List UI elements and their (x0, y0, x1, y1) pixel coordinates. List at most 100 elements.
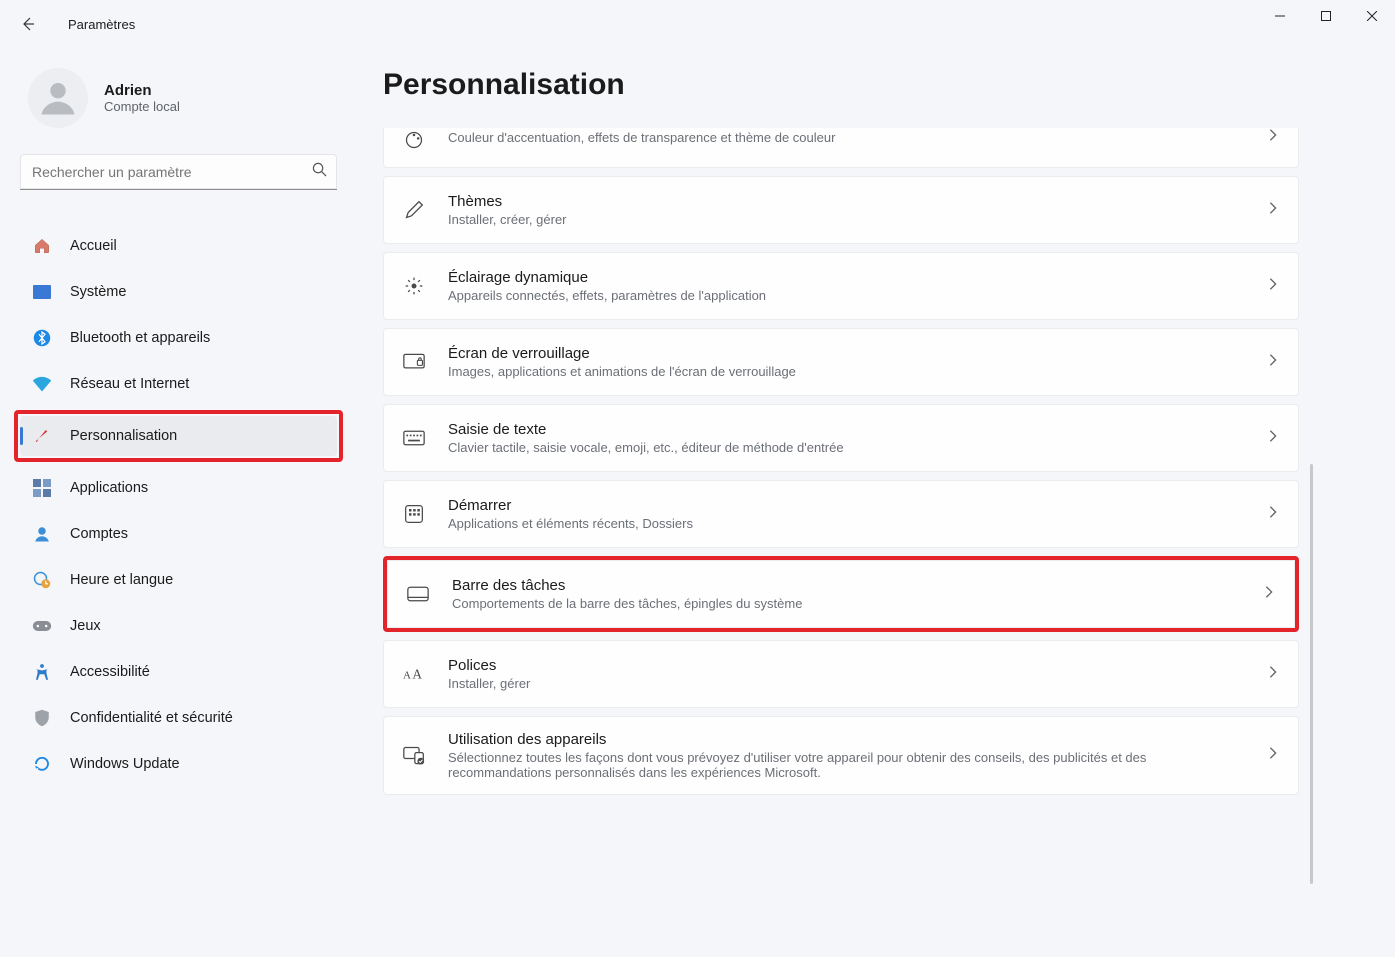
card-title: Thèmes (448, 193, 1244, 210)
chevron-right-icon (1266, 665, 1280, 684)
card-subtitle: Images, applications et animations de l'… (448, 364, 1244, 379)
card-subtitle: Installer, gérer (448, 676, 1244, 691)
card-title: Utilisation des appareils (448, 731, 1244, 748)
card-title: Polices (448, 657, 1244, 674)
highlight-personalization: Personnalisation (14, 410, 343, 462)
sidebar-item-privacy[interactable]: Confidentialité et sécurité (20, 698, 337, 738)
lock-screen-icon (402, 353, 426, 371)
card-subtitle: Comportements de la barre des tâches, ép… (452, 596, 1240, 611)
sidebar-item-system[interactable]: Système (20, 272, 337, 312)
bluetooth-icon (32, 329, 52, 347)
highlight-taskbar: Barre des tâches Comportements de la bar… (383, 556, 1299, 632)
maximize-icon (1321, 11, 1331, 21)
card-device-usage[interactable]: Utilisation des appareils Sélectionnez t… (383, 716, 1299, 795)
person-icon (36, 76, 80, 120)
sidebar-item-label: Applications (70, 480, 148, 496)
chevron-right-icon (1266, 128, 1280, 147)
sidebar-item-gaming[interactable]: Jeux (20, 606, 337, 646)
maximize-button[interactable] (1303, 0, 1349, 32)
card-text-input[interactable]: Saisie de texte Clavier tactile, saisie … (383, 404, 1299, 472)
accessibility-icon (32, 663, 52, 681)
shield-icon (32, 709, 52, 727)
card-themes[interactable]: Thèmes Installer, créer, gérer (383, 176, 1299, 244)
minimize-icon (1275, 11, 1285, 21)
sidebar-item-time-language[interactable]: Heure et langue (20, 560, 337, 600)
sidebar-item-label: Heure et langue (70, 572, 173, 588)
wifi-icon (32, 376, 52, 392)
taskbar-icon (406, 586, 430, 602)
chevron-right-icon (1266, 277, 1280, 296)
sidebar-item-accessibility[interactable]: Accessibilité (20, 652, 337, 692)
light-icon (402, 276, 426, 296)
devices-check-icon (402, 746, 426, 766)
card-dynamic-lighting[interactable]: Éclairage dynamique Appareils connectés,… (383, 252, 1299, 320)
nav-list: Accueil Système Bluetooth et appareils R… (20, 226, 337, 784)
pen-icon (402, 200, 426, 220)
window-controls (1257, 0, 1395, 32)
paintbrush-icon (32, 427, 52, 445)
avatar (28, 68, 88, 128)
globe-clock-icon (32, 571, 52, 589)
sidebar-item-label: Réseau et Internet (70, 376, 189, 392)
titlebar: Paramètres (0, 0, 1395, 48)
close-icon (1367, 11, 1377, 21)
sidebar-item-bluetooth[interactable]: Bluetooth et appareils (20, 318, 337, 358)
svg-text:A: A (412, 667, 422, 682)
sidebar-item-accounts[interactable]: Comptes (20, 514, 337, 554)
main-content: Personnalisation Couleur d'accentuation,… (355, 48, 1395, 957)
profile-account-type: Compte local (104, 99, 180, 114)
sidebar-item-network[interactable]: Réseau et Internet (20, 364, 337, 404)
card-title: Écran de verrouillage (448, 345, 1244, 362)
system-icon (32, 285, 52, 299)
sidebar-item-windows-update[interactable]: Windows Update (20, 744, 337, 784)
card-title: Barre des tâches (452, 577, 1240, 594)
sidebar-item-personalization[interactable]: Personnalisation (20, 416, 337, 456)
sidebar-item-label: Bluetooth et appareils (70, 330, 210, 346)
home-icon (32, 237, 52, 255)
sidebar: Adrien Compte local Accueil Système Blue… (0, 48, 355, 957)
sidebar-item-home[interactable]: Accueil (20, 226, 337, 266)
card-title: Démarrer (448, 497, 1244, 514)
sidebar-item-label: Accueil (70, 238, 117, 254)
card-subtitle: Sélectionnez toutes les façons dont vous… (448, 750, 1244, 780)
card-lock-screen[interactable]: Écran de verrouillage Images, applicatio… (383, 328, 1299, 396)
profile-name: Adrien (104, 82, 180, 99)
keyboard-icon (402, 430, 426, 446)
chevron-right-icon (1262, 585, 1276, 604)
arrow-left-icon (20, 16, 36, 32)
gamepad-icon (32, 619, 52, 633)
chevron-right-icon (1266, 505, 1280, 524)
person-icon (32, 525, 52, 543)
card-title: Éclairage dynamique (448, 269, 1244, 286)
chevron-right-icon (1266, 201, 1280, 220)
minimize-button[interactable] (1257, 0, 1303, 32)
search-box[interactable] (20, 154, 337, 190)
svg-text:A: A (403, 670, 411, 682)
page-title: Personnalisation (383, 68, 1299, 102)
sidebar-item-label: Personnalisation (70, 428, 177, 444)
card-taskbar[interactable]: Barre des tâches Comportements de la bar… (387, 560, 1295, 628)
sidebar-item-label: Comptes (70, 526, 128, 542)
card-title: Saisie de texte (448, 421, 1244, 438)
sidebar-item-label: Jeux (70, 618, 101, 634)
settings-card-list: Couleur d'accentuation, effets de transp… (383, 128, 1299, 799)
back-button[interactable] (8, 4, 48, 44)
start-grid-icon (402, 504, 426, 524)
sidebar-item-label: Accessibilité (70, 664, 150, 680)
profile-block[interactable]: Adrien Compte local (28, 68, 337, 128)
scrollbar-thumb[interactable] (1310, 464, 1313, 884)
sidebar-item-label: Système (70, 284, 126, 300)
card-subtitle: Appareils connectés, effets, paramètres … (448, 288, 1244, 303)
search-icon (312, 162, 327, 182)
close-button[interactable] (1349, 0, 1395, 32)
sidebar-item-label: Windows Update (70, 756, 180, 772)
card-subtitle: Clavier tactile, saisie vocale, emoji, e… (448, 440, 1244, 455)
search-input[interactable] (20, 154, 337, 190)
card-start[interactable]: Démarrer Applications et éléments récent… (383, 480, 1299, 548)
card-fonts[interactable]: AA Polices Installer, gérer (383, 640, 1299, 708)
card-colors[interactable]: Couleur d'accentuation, effets de transp… (383, 128, 1299, 168)
update-icon (32, 755, 52, 773)
card-subtitle: Applications et éléments récents, Dossie… (448, 516, 1244, 531)
apps-icon (32, 479, 52, 497)
sidebar-item-apps[interactable]: Applications (20, 468, 337, 508)
